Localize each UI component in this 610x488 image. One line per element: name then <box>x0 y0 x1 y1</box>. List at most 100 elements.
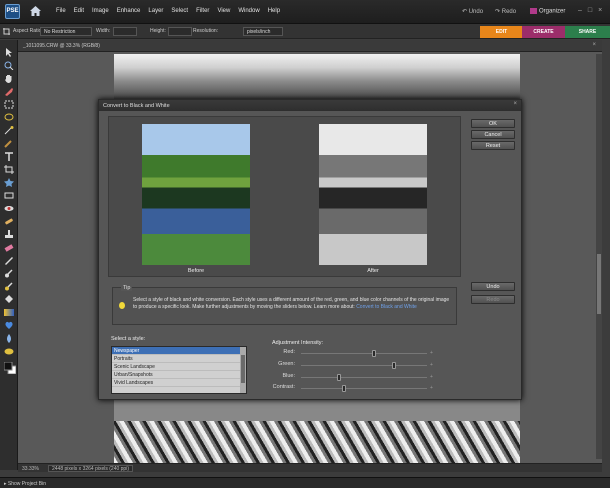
dialog-title-bar: Convert to Black and White × <box>99 100 521 111</box>
cookie-cutter-icon[interactable] <box>4 178 14 187</box>
menu-image[interactable]: Image <box>92 8 109 14</box>
zoom-tool-icon[interactable] <box>4 61 14 70</box>
menu-window[interactable]: Window <box>238 8 259 14</box>
tab-share[interactable]: SHARE <box>565 26 610 38</box>
healing-brush-icon[interactable] <box>4 217 14 226</box>
magic-wand-icon[interactable] <box>4 126 14 135</box>
organizer-button[interactable]: Organizer <box>530 8 565 15</box>
style-list-scrollbar[interactable] <box>240 347 246 393</box>
vertical-scrollbar[interactable] <box>596 54 602 459</box>
document-close-button[interactable]: × <box>592 42 596 48</box>
scrollbar-thumb[interactable] <box>597 254 601 314</box>
document-info[interactable]: 2448 pixels x 3264 pixels (240 ppi) <box>48 465 133 472</box>
menu-enhance[interactable]: Enhance <box>117 8 141 14</box>
resolution-unit-select[interactable]: pixels/inch <box>243 27 283 36</box>
redo-button[interactable]: ↷ Redo <box>495 8 516 15</box>
style-item-urban-snapshots[interactable]: Urban/Snapshots <box>112 371 246 379</box>
style-item-scenic-landscape[interactable]: Scenic Landscape <box>112 363 246 371</box>
tip-title: Tip <box>121 285 133 291</box>
crop-tool-icon[interactable] <box>3 28 10 35</box>
smart-brush-icon[interactable] <box>4 282 14 291</box>
bottom-bar: ▸ Show Project Bin <box>0 477 610 488</box>
tab-edit[interactable]: EDIT <box>480 26 523 38</box>
style-item-vivid-landscapes[interactable]: Vivid Landscapes <box>112 379 246 387</box>
green-slider-plus[interactable]: + <box>430 362 433 368</box>
tip-box: Tip Select a style of black and white co… <box>112 285 457 325</box>
lasso-tool-icon[interactable] <box>4 113 14 122</box>
zoom-level[interactable]: 33.33% <box>22 466 39 472</box>
after-label: After <box>367 268 379 274</box>
green-slider-track[interactable] <box>301 365 427 366</box>
gradient-icon[interactable] <box>4 308 14 317</box>
shape-tool-icon[interactable] <box>4 321 14 330</box>
style-item-newspaper[interactable]: Newspaper <box>112 347 246 355</box>
move-tool-icon[interactable] <box>4 48 14 57</box>
maximize-button[interactable]: □ <box>588 7 592 14</box>
cancel-button[interactable]: Cancel <box>471 130 515 139</box>
menu-help[interactable]: Help <box>268 8 280 14</box>
sponge-tool-icon[interactable] <box>4 347 14 356</box>
preview-panel: Before After <box>108 116 461 277</box>
menu-edit[interactable]: Edit <box>74 8 84 14</box>
type-tool-icon[interactable] <box>4 152 14 161</box>
red-slider-row: Red: + <box>269 349 437 359</box>
red-eye-icon[interactable] <box>4 204 14 213</box>
contrast-slider-row: Contrast: + <box>269 384 437 394</box>
after-preview-image <box>319 124 427 265</box>
tip-help-link[interactable]: Convert to Black and White <box>356 304 417 310</box>
undo-icon: ↶ <box>462 9 469 15</box>
brush-icon[interactable] <box>4 269 14 278</box>
straighten-icon[interactable] <box>4 191 14 200</box>
main-menu: File Edit Image Enhance Layer Select Fil… <box>56 8 280 14</box>
red-slider-handle[interactable] <box>372 350 377 357</box>
clone-stamp-icon[interactable] <box>4 230 14 239</box>
dialog-close-button[interactable]: × <box>513 101 517 107</box>
reset-button[interactable]: Reset <box>471 141 515 150</box>
color-swatches-icon[interactable] <box>4 362 16 374</box>
blur-tool-icon[interactable] <box>4 334 14 343</box>
selection-brush-icon[interactable] <box>4 139 14 148</box>
marquee-tool-icon[interactable] <box>4 100 14 109</box>
undo-label: Undo <box>468 9 484 15</box>
organizer-label: Organizer <box>539 8 566 15</box>
hand-tool-icon[interactable] <box>4 74 14 83</box>
blue-slider-label: Blue: <box>282 373 295 379</box>
close-app-button[interactable]: × <box>598 7 602 14</box>
width-label: Width: <box>96 28 111 34</box>
contrast-slider-handle[interactable] <box>341 385 346 392</box>
menu-file[interactable]: File <box>56 8 66 14</box>
green-slider-handle[interactable] <box>392 362 397 369</box>
style-list-scroll-thumb[interactable] <box>241 355 245 383</box>
pencil-icon[interactable] <box>4 256 14 265</box>
eraser-icon[interactable] <box>4 243 14 252</box>
contrast-slider-track[interactable] <box>301 388 427 389</box>
undo-button[interactable]: ↶ Undo <box>462 8 483 15</box>
canvas-foliage-image <box>114 421 520 464</box>
aspect-ratio-label: Aspect Ratio: <box>13 28 43 34</box>
red-slider-plus[interactable]: + <box>430 350 433 356</box>
eyedropper-icon[interactable] <box>4 87 14 96</box>
blue-slider-track[interactable] <box>301 377 427 378</box>
style-list[interactable]: Newspaper Portraits Scenic Landscape Urb… <box>111 346 247 394</box>
menu-filter[interactable]: Filter <box>196 8 209 14</box>
menu-select[interactable]: Select <box>171 8 188 14</box>
menu-view[interactable]: View <box>217 8 230 14</box>
minimize-button[interactable]: – <box>578 7 582 14</box>
blue-slider-plus[interactable]: + <box>430 374 433 380</box>
menu-layer[interactable]: Layer <box>148 8 163 14</box>
red-slider-track[interactable] <box>301 353 427 354</box>
ok-button[interactable]: OK <box>471 119 515 128</box>
project-bin-toggle[interactable]: ▸ Show Project Bin <box>4 481 46 487</box>
adjustment-intensity-label: Adjustment Intensity: <box>272 340 324 346</box>
tab-create[interactable]: CREATE <box>522 26 565 38</box>
home-icon[interactable] <box>30 6 41 16</box>
undo-dialog-button[interactable]: Undo <box>471 282 515 291</box>
crop-icon[interactable] <box>4 165 14 174</box>
contrast-slider-plus[interactable]: + <box>430 385 433 391</box>
paint-bucket-icon[interactable] <box>4 295 14 304</box>
style-item-portraits[interactable]: Portraits <box>112 355 246 363</box>
blue-slider-handle[interactable] <box>336 374 341 381</box>
height-field[interactable] <box>168 27 192 36</box>
width-field[interactable] <box>113 27 137 36</box>
aspect-ratio-select[interactable]: No Restriction <box>40 27 92 36</box>
